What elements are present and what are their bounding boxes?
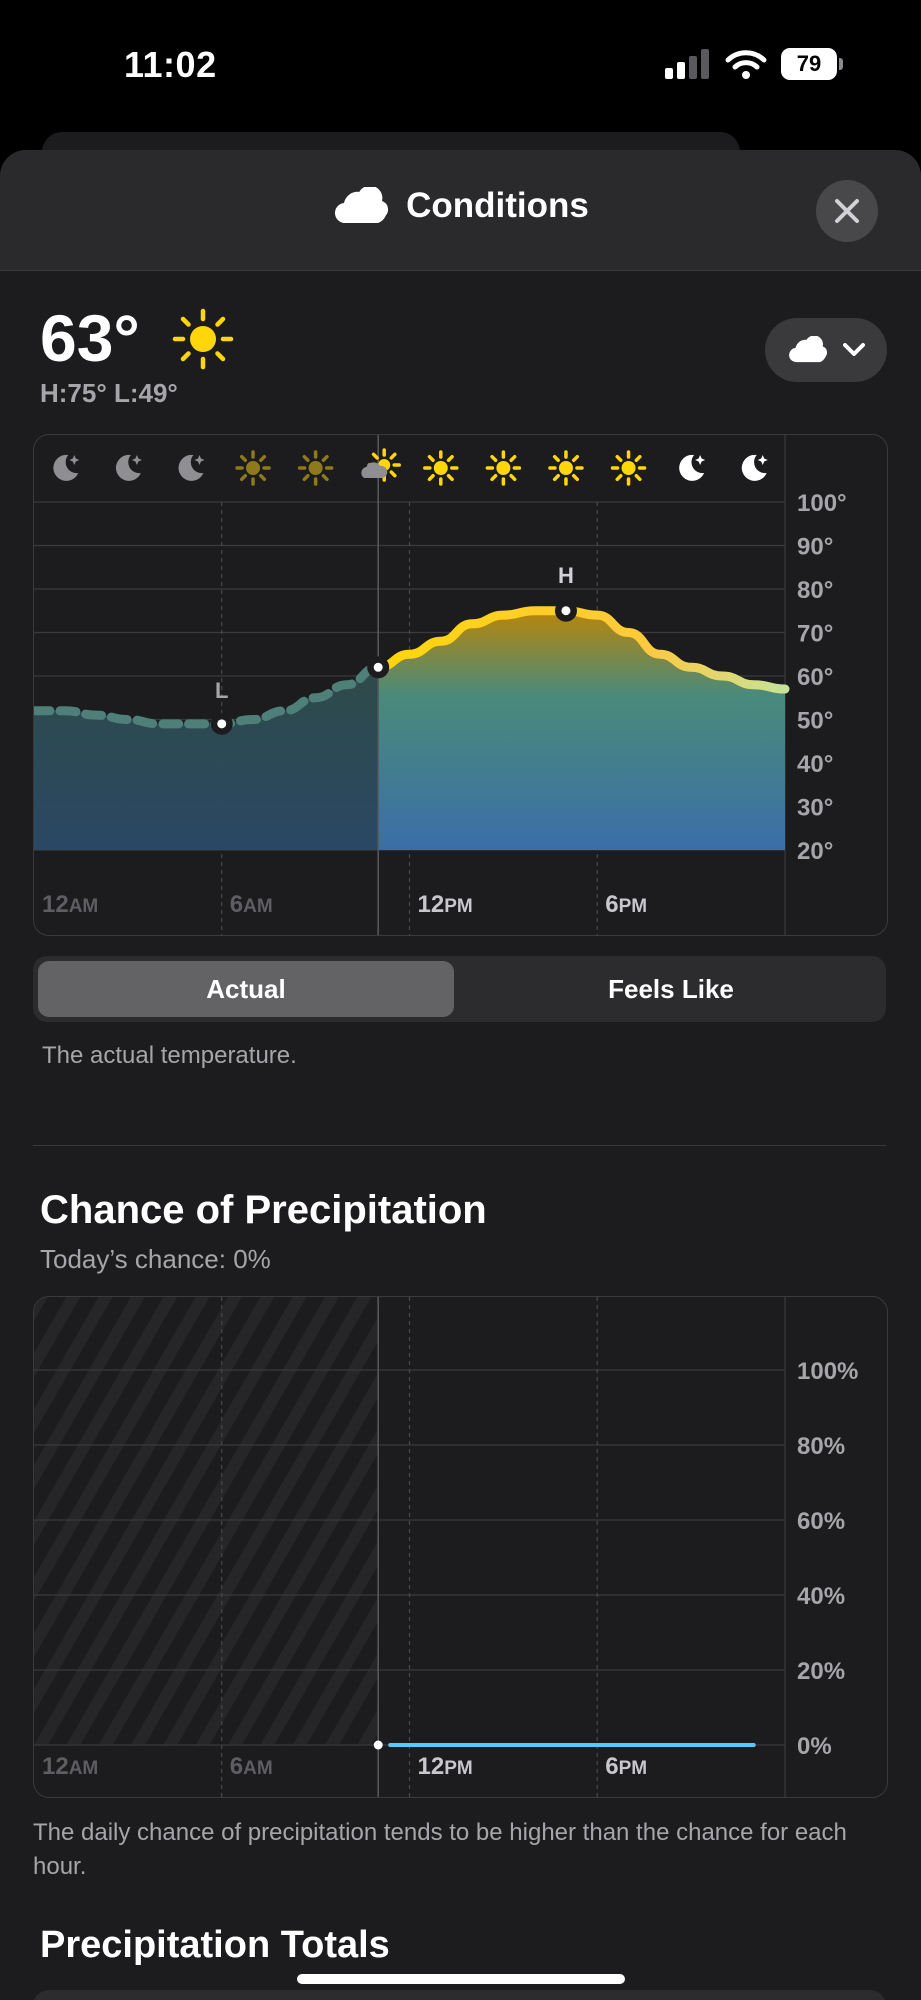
precipitation-subtitle: Today’s chance: 0% [40,1244,271,1274]
hour-icon-9 [610,450,647,486]
cloud-icon [335,187,389,224]
y-tick-label: 100° [797,490,847,517]
hour-icon-3 [235,450,271,486]
y-tick-label: 40% [797,1583,845,1610]
high-low-temperature: H:75° L:49° [40,378,178,408]
hour-icon-6 [423,450,459,486]
now-marker [373,1740,383,1750]
hour-icon-7 [485,450,522,486]
sun-icon [621,461,636,475]
close-icon [835,199,859,223]
sheet-title-text: Conditions [406,186,589,225]
sheet-title: Conditions [0,186,921,226]
y-tick-label: 80° [797,577,833,604]
x-tick-label: 6AM [230,891,273,918]
chevron-down-icon [843,343,865,356]
x-tick-label: 12AM [42,1753,98,1780]
close-button[interactable] [816,180,878,242]
precipitation-note: The daily chance of precipitation tends … [33,1819,847,1880]
hour-icon-5 [361,448,401,482]
precipitation-totals-title: Precipitation Totals [40,1924,390,1966]
sun-icon [308,461,323,475]
battery-indicator: 79 [781,48,843,80]
hour-icon-10 [679,454,706,481]
precipitation-chart-svg: 100% 80% 60% 40% 20% 0% 12AM 6AM 12PM 6PM [34,1297,858,1797]
sun-icon [558,461,573,475]
x-tick-label: 12AM [42,891,98,918]
sheet-header: Conditions [0,150,921,271]
y-tick-label: 40° [797,751,833,778]
y-tick-label: 70° [797,621,833,648]
current-temperature: 63° [40,301,140,375]
high-label: H [558,563,574,588]
sun-icon [172,308,234,370]
temperature-description: The actual temperature. [42,1042,297,1069]
sun-icon [433,461,448,475]
temperature-chart[interactable]: 100° 90° 80° 70° 60° 50° 40° 30° 20° L H 12AM 6AM 12P… [33,434,888,936]
status-icons: 79 [665,48,843,80]
y-tick-label: 90° [797,534,833,561]
battery-level: 79 [796,51,822,76]
forecast-temperature-area [378,610,785,850]
hour-icon-8 [548,450,584,486]
cellular-signal-icon [665,49,709,79]
x-tick-label: 6PM [605,891,647,918]
y-tick-label: 60% [797,1508,845,1535]
y-tick-label: 60° [797,664,833,691]
segment-feels-like[interactable]: Feels Like [461,961,881,1017]
precipitation-chart[interactable]: 100% 80% 60% 40% 20% 0% 12AM 6AM 12PM 6PM [33,1296,888,1798]
sun-icon [246,461,261,475]
temperature-mode-segmented-control: Actual Feels Like [33,956,886,1022]
conditions-dropdown[interactable] [765,318,887,382]
y-tick-label: 20% [797,1658,845,1685]
x-tick-label: 6PM [605,1753,647,1780]
y-tick-label: 100% [797,1358,858,1385]
y-tick-label: 0% [797,1733,832,1760]
status-time: 11:02 [124,44,217,85]
temperature-chart-svg: 100° 90° 80° 70° 60° 50° 40° 30° 20° L H 12AM 6AM 12P… [34,435,847,935]
hour-icon-2 [178,454,205,481]
y-tick-label: 30° [797,795,833,822]
hour-icon-1 [115,454,142,481]
sun-icon [496,461,511,475]
conditions-sheet: Conditions 63° H:75° L:49° 100° 90° 80° 70°… [0,150,921,2000]
x-tick-label: 12PM [418,891,473,918]
precipitation-title: Chance of Precipitation [40,1188,487,1232]
y-tick-label: 50° [797,708,833,735]
y-tick-label: 80% [797,1433,845,1460]
y-tick-label: 20° [797,838,833,865]
x-tick-label: 12PM [418,1753,473,1780]
cloud-icon [789,336,827,363]
segment-actual[interactable]: Actual [38,961,454,1017]
x-tick-label: 6AM [230,1753,273,1780]
precipitation-totals-card [33,1990,886,2000]
section-divider [33,1145,886,1146]
low-label: L [215,678,228,703]
home-indicator[interactable] [297,1974,625,1984]
hour-icon-4 [297,450,334,486]
past-hatched-area [34,1297,379,1745]
hour-icon-0 [53,454,80,481]
wifi-icon [725,50,767,79]
hour-icon-11 [741,454,768,481]
